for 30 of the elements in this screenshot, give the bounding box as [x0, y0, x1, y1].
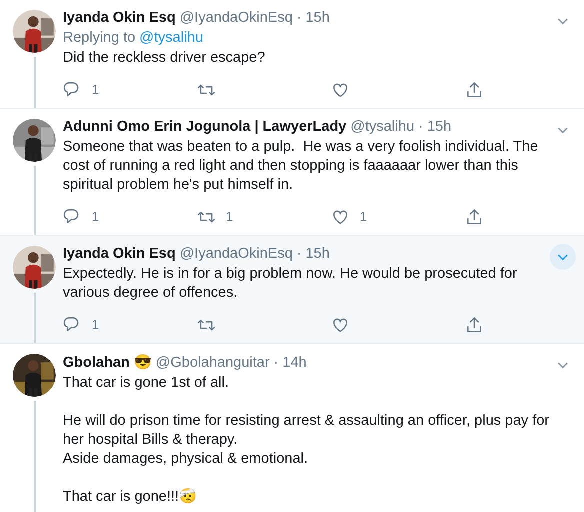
separator-dot: ·	[418, 119, 424, 135]
tweet-text: Expectedly. He is in for a big problem now. He would be prosecuted for various degree of offences.	[63, 265, 518, 303]
timestamp[interactable]: 15h	[306, 246, 330, 262]
mention-link[interactable]: @tysalihu	[140, 30, 204, 46]
author-name[interactable]: Iyanda Okin Esq	[63, 10, 176, 26]
timestamp[interactable]: 15h	[427, 119, 452, 135]
tweet-text: Did the reckless driver escape?	[63, 49, 266, 68]
author-name[interactable]: Iyanda Okin Esq	[63, 246, 176, 262]
share-icon[interactable]	[465, 314, 484, 334]
separator-dot: ·	[274, 355, 279, 371]
share-icon[interactable]	[465, 206, 484, 226]
action-count: 1	[226, 208, 234, 224]
action-count: 1	[92, 82, 100, 96]
tweet-text: Someone that was beaten to a pulp. He was a very foolish individual. The cost of running a red light and then stopping is faaaaaar lower than this spiritual problem he's put himself in.	[63, 138, 540, 195]
action-count: 1	[360, 208, 368, 224]
separator-dot: ·	[296, 246, 302, 262]
author-handle[interactable]: @tysalihu	[350, 119, 415, 135]
author-handle[interactable]: @IyandaOkinEsq	[180, 10, 293, 26]
author-name[interactable]: Adunni Omo Erin Jogunola | LawyerLady	[63, 119, 347, 135]
separator-dot: ·	[296, 10, 302, 26]
timestamp[interactable]: 15h	[306, 10, 330, 26]
author-handle[interactable]: @IyandaOkinEsq	[180, 246, 293, 262]
author-handle[interactable]: @Gbolahanguitar	[156, 355, 270, 371]
author-name[interactable]: Gbolahan 😎	[63, 354, 152, 371]
timestamp[interactable]: 14h	[282, 355, 307, 371]
replying-label: Replying to	[63, 30, 136, 46]
action-count: 1	[92, 208, 100, 224]
action-count: 1	[92, 316, 100, 332]
tweet-text: That car is gone 1st of all. He will do prison time for resisting arrest & assaulting an officer, plus pay for her hospital Bills & therapy. Aside damages, physical & emotional. That car is gone!!!🤕	[63, 374, 551, 507]
share-icon[interactable]	[465, 80, 484, 98]
